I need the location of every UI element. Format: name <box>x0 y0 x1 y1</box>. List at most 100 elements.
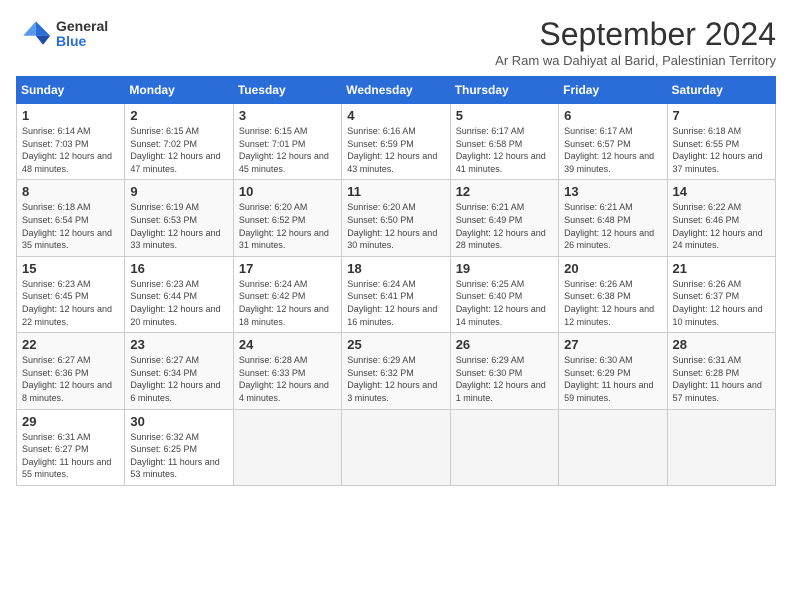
calendar-cell: 6Sunrise: 6:17 AMSunset: 6:57 PMDaylight… <box>559 104 667 180</box>
column-header-friday: Friday <box>559 77 667 104</box>
day-number: 21 <box>673 261 770 276</box>
calendar-week-row: 29 Sunrise: 6:31 AMSunset: 6:27 PMDayligh… <box>17 409 776 485</box>
calendar-cell: 8Sunrise: 6:18 AMSunset: 6:54 PMDaylight… <box>17 180 125 256</box>
calendar-cell: 5Sunrise: 6:17 AMSunset: 6:58 PMDaylight… <box>450 104 558 180</box>
column-header-saturday: Saturday <box>667 77 775 104</box>
day-info: Sunrise: 6:20 AMSunset: 6:52 PMDaylight:… <box>239 201 336 251</box>
day-info: Sunrise: 6:27 AMSunset: 6:34 PMDaylight:… <box>130 354 227 404</box>
calendar-week-row: 1 Sunrise: 6:14 AMSunset: 7:03 PMDaylight… <box>17 104 776 180</box>
column-header-thursday: Thursday <box>450 77 558 104</box>
day-number: 18 <box>347 261 444 276</box>
day-info: Sunrise: 6:21 AMSunset: 6:48 PMDaylight:… <box>564 201 661 251</box>
calendar-cell: 20 Sunrise: 6:26 AMSunset: 6:38 PMDayligh… <box>559 256 667 332</box>
calendar-cell: 22 Sunrise: 6:27 AMSunset: 6:36 PMDayligh… <box>17 333 125 409</box>
day-info: Sunrise: 6:31 AMSunset: 6:28 PMDaylight:… <box>673 354 770 404</box>
day-number: 25 <box>347 337 444 352</box>
day-info: Sunrise: 6:32 AMSunset: 6:25 PMDaylight:… <box>130 431 227 481</box>
day-info: Sunrise: 6:23 AMSunset: 6:44 PMDaylight:… <box>130 278 227 328</box>
calendar-cell: 28 Sunrise: 6:31 AMSunset: 6:28 PMDayligh… <box>667 333 775 409</box>
day-info: Sunrise: 6:22 AMSunset: 6:46 PMDaylight:… <box>673 201 770 251</box>
day-number: 22 <box>22 337 119 352</box>
calendar-cell <box>342 409 450 485</box>
calendar-cell: 30 Sunrise: 6:32 AMSunset: 6:25 PMDayligh… <box>125 409 233 485</box>
day-number: 9 <box>130 184 227 199</box>
calendar-cell: 24 Sunrise: 6:28 AMSunset: 6:33 PMDayligh… <box>233 333 341 409</box>
page-header: General Blue September 2024 Ar Ram wa Da… <box>16 16 776 68</box>
day-number: 6 <box>564 108 661 123</box>
calendar-cell: 17Sunrise: 6:24 AMSunset: 6:42 PMDayligh… <box>233 256 341 332</box>
day-number: 28 <box>673 337 770 352</box>
day-number: 23 <box>130 337 227 352</box>
calendar-cell: 18Sunrise: 6:24 AMSunset: 6:41 PMDayligh… <box>342 256 450 332</box>
day-number: 8 <box>22 184 119 199</box>
day-info: Sunrise: 6:21 AMSunset: 6:49 PMDaylight:… <box>456 201 553 251</box>
calendar-cell: 26 Sunrise: 6:29 AMSunset: 6:30 PMDayligh… <box>450 333 558 409</box>
day-info: Sunrise: 6:29 AMSunset: 6:30 PMDaylight:… <box>456 354 553 404</box>
day-number: 12 <box>456 184 553 199</box>
day-number: 7 <box>673 108 770 123</box>
calendar-cell: 27 Sunrise: 6:30 AMSunset: 6:29 PMDayligh… <box>559 333 667 409</box>
calendar-week-row: 22 Sunrise: 6:27 AMSunset: 6:36 PMDayligh… <box>17 333 776 409</box>
calendar-cell: 13 Sunrise: 6:21 AMSunset: 6:48 PMDayligh… <box>559 180 667 256</box>
day-number: 26 <box>456 337 553 352</box>
calendar-cell <box>450 409 558 485</box>
calendar-cell: 3Sunrise: 6:15 AMSunset: 7:01 PMDaylight… <box>233 104 341 180</box>
calendar-cell: 19Sunrise: 6:25 AMSunset: 6:40 PMDayligh… <box>450 256 558 332</box>
day-number: 20 <box>564 261 661 276</box>
day-number: 13 <box>564 184 661 199</box>
calendar-cell: 15 Sunrise: 6:23 AMSunset: 6:45 PMDayligh… <box>17 256 125 332</box>
day-info: Sunrise: 6:17 AMSunset: 6:58 PMDaylight:… <box>456 125 553 175</box>
location-subtitle: Ar Ram wa Dahiyat al Barid, Palestinian … <box>495 53 776 68</box>
day-info: Sunrise: 6:23 AMSunset: 6:45 PMDaylight:… <box>22 278 119 328</box>
day-number: 17 <box>239 261 336 276</box>
day-number: 10 <box>239 184 336 199</box>
column-header-wednesday: Wednesday <box>342 77 450 104</box>
day-number: 29 <box>22 414 119 429</box>
day-number: 19 <box>456 261 553 276</box>
calendar-week-row: 8Sunrise: 6:18 AMSunset: 6:54 PMDaylight… <box>17 180 776 256</box>
calendar-cell: 1 Sunrise: 6:14 AMSunset: 7:03 PMDaylight… <box>17 104 125 180</box>
day-number: 1 <box>22 108 119 123</box>
calendar-cell: 2Sunrise: 6:15 AMSunset: 7:02 PMDaylight… <box>125 104 233 180</box>
day-info: Sunrise: 6:20 AMSunset: 6:50 PMDaylight:… <box>347 201 444 251</box>
day-info: Sunrise: 6:26 AMSunset: 6:38 PMDaylight:… <box>564 278 661 328</box>
calendar-table: SundayMondayTuesdayWednesdayThursdayFrid… <box>16 76 776 486</box>
day-info: Sunrise: 6:29 AMSunset: 6:32 PMDaylight:… <box>347 354 444 404</box>
day-number: 30 <box>130 414 227 429</box>
day-number: 16 <box>130 261 227 276</box>
calendar-cell <box>667 409 775 485</box>
month-title: September 2024 <box>495 16 776 53</box>
title-block: September 2024 Ar Ram wa Dahiyat al Bari… <box>495 16 776 68</box>
calendar-cell: 11Sunrise: 6:20 AMSunset: 6:50 PMDayligh… <box>342 180 450 256</box>
logo-blue-label: Blue <box>56 34 108 49</box>
calendar-cell: 7 Sunrise: 6:18 AMSunset: 6:55 PMDaylight… <box>667 104 775 180</box>
logo: General Blue <box>16 16 108 52</box>
logo-general-label: General <box>56 19 108 34</box>
logo-icon <box>16 16 52 52</box>
calendar-cell: 29 Sunrise: 6:31 AMSunset: 6:27 PMDayligh… <box>17 409 125 485</box>
day-info: Sunrise: 6:19 AMSunset: 6:53 PMDaylight:… <box>130 201 227 251</box>
day-info: Sunrise: 6:15 AMSunset: 7:02 PMDaylight:… <box>130 125 227 175</box>
column-header-monday: Monday <box>125 77 233 104</box>
day-number: 27 <box>564 337 661 352</box>
calendar-cell: 4 Sunrise: 6:16 AMSunset: 6:59 PMDaylight… <box>342 104 450 180</box>
day-info: Sunrise: 6:14 AMSunset: 7:03 PMDaylight:… <box>22 125 119 175</box>
day-info: Sunrise: 6:28 AMSunset: 6:33 PMDaylight:… <box>239 354 336 404</box>
calendar-cell: 10 Sunrise: 6:20 AMSunset: 6:52 PMDayligh… <box>233 180 341 256</box>
day-number: 24 <box>239 337 336 352</box>
day-number: 4 <box>347 108 444 123</box>
calendar-cell <box>559 409 667 485</box>
column-header-tuesday: Tuesday <box>233 77 341 104</box>
calendar-cell: 14Sunrise: 6:22 AMSunset: 6:46 PMDayligh… <box>667 180 775 256</box>
day-info: Sunrise: 6:30 AMSunset: 6:29 PMDaylight:… <box>564 354 661 404</box>
calendar-cell: 25 Sunrise: 6:29 AMSunset: 6:32 PMDayligh… <box>342 333 450 409</box>
calendar-cell: 16 Sunrise: 6:23 AMSunset: 6:44 PMDayligh… <box>125 256 233 332</box>
day-number: 15 <box>22 261 119 276</box>
calendar-header-row: SundayMondayTuesdayWednesdayThursdayFrid… <box>17 77 776 104</box>
day-info: Sunrise: 6:26 AMSunset: 6:37 PMDaylight:… <box>673 278 770 328</box>
day-info: Sunrise: 6:16 AMSunset: 6:59 PMDaylight:… <box>347 125 444 175</box>
calendar-cell: 23 Sunrise: 6:27 AMSunset: 6:34 PMDayligh… <box>125 333 233 409</box>
day-info: Sunrise: 6:27 AMSunset: 6:36 PMDaylight:… <box>22 354 119 404</box>
day-info: Sunrise: 6:18 AMSunset: 6:55 PMDaylight:… <box>673 125 770 175</box>
day-info: Sunrise: 6:31 AMSunset: 6:27 PMDaylight:… <box>22 431 119 481</box>
